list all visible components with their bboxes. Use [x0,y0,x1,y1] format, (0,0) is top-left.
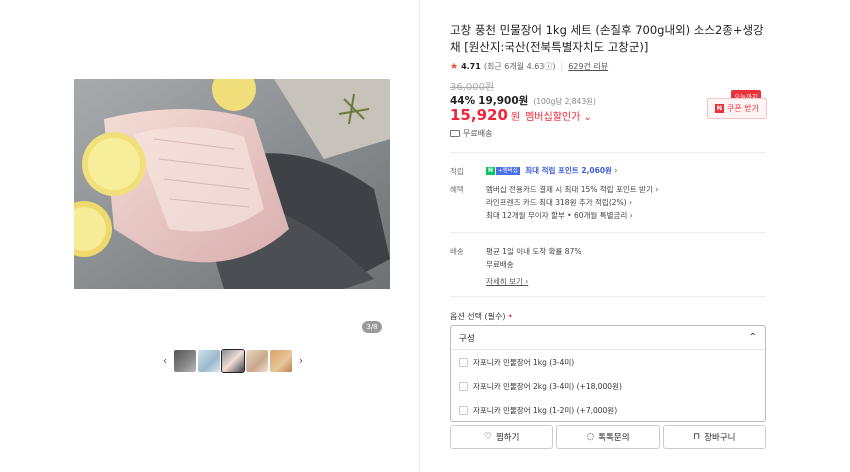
member-discount-dropdown[interactable]: 멤버십할인가 ⌄ [525,108,592,123]
member-price-row: 15,920 원 멤버십할인가 ⌄ [450,106,592,124]
perk-item[interactable]: 최대 12개월 무이자 할부 • 60개월 특별금리 › [486,210,633,221]
eel-fillet-photo [74,79,390,289]
divider [450,152,766,153]
option-item[interactable]: 자포니카 민물장어 2kg (3-4미) (+18,000원) [451,374,765,398]
product-page: 3/8 ‹ › 고창 풍천 민물장어 1kg 세트 (손질후 700g내외) 소… [0,0,850,472]
image-counter: 3/8 [362,321,382,333]
thumbnail-strip: ‹ › [158,349,308,373]
option-group-header[interactable]: 구성 ⌃ [451,326,765,350]
action-buttons: ♡ 찜하기 ◌ 톡톡문의 ⊓ 장바구니 [450,425,766,449]
option-select[interactable]: 구성 ⌃ 자포니카 민물장어 1kg (3-4미) 자포니카 민물장어 2kg … [450,325,766,422]
member-price: 15,920 [450,106,508,124]
thumbnail-5[interactable] [270,350,292,372]
coupon-button[interactable]: N 쿠폰 받기 [707,98,767,119]
checkbox[interactable] [459,405,468,415]
separator: | [560,62,564,71]
naver-n-icon: N [715,104,724,113]
review-count-link[interactable]: 629건 리뷰 [568,61,608,72]
free-shipping-text: 무료배송 [463,129,493,138]
wishlist-button[interactable]: ♡ 찜하기 [450,425,554,449]
divider [450,296,766,297]
truck-icon [450,130,460,137]
delivery-detail-link[interactable]: 자세히 보기 › [486,276,528,287]
thumbnail-3[interactable] [221,349,245,373]
original-price: 36,000원 [450,82,495,93]
thumbnail-2[interactable] [198,350,220,372]
product-title: 고창 풍천 민물장어 1kg 세트 (손질후 700g내외) 소스2종+생강채 … [450,23,764,54]
heart-icon: ♡ [483,432,492,442]
rating-detail[interactable]: (최근 6개월 4.63ⓘ) [484,61,556,72]
option-select-label: 옵션 선택 (필수) • [450,312,513,321]
perk-item[interactable]: 라인프렌즈 카드 최대 318원 추가 적립(2%) › [486,197,632,208]
star-icon: ★ [450,61,459,72]
cart-icon: ⊓ [693,432,701,442]
perk-item[interactable]: 멤버십 전용카드 결제 시 최대 15% 적립 포인트 받기 › [486,184,658,195]
delivery-fee: 무료배송 [486,260,514,269]
perks-label: 혜택 [450,185,464,194]
points-row[interactable]: N +멤버십 최대 적립 포인트 2,060원 › [486,165,617,176]
points-label: 적립 [450,167,464,176]
chat-bubble-icon: ◌ [586,432,595,442]
prev-image-arrow[interactable]: ‹ [158,350,172,372]
main-product-image[interactable] [74,79,390,289]
chevron-up-icon: ⌃ [748,332,757,343]
option-group-name: 구성 [459,333,475,344]
free-shipping-info: 무료배송 [450,128,492,139]
required-mark: • [508,312,513,321]
rating-score: 4.71 [461,62,481,71]
next-image-arrow[interactable]: › [294,350,308,372]
member-price-currency: 원 [510,112,521,123]
delivery-label: 배송 [450,247,464,256]
thumbnail-1[interactable] [174,350,196,372]
column-divider [419,0,420,472]
coupon-widget[interactable]: 오늘까지 N 쿠폰 받기 [707,90,767,120]
chevron-right-icon: › [614,166,618,175]
talk-inquiry-button[interactable]: ◌ 톡톡문의 [556,425,660,449]
thumbnail-4[interactable] [246,350,268,372]
divider [450,232,766,233]
coupon-label: 쿠폰 받기 [727,104,759,113]
cart-button[interactable]: ⊓ 장바구니 [662,425,766,449]
rating-row: ★ 4.71 (최근 6개월 4.63ⓘ) | 629건 리뷰 [450,61,608,72]
checkbox[interactable] [459,381,468,391]
option-item[interactable]: 자포니카 민물장어 1kg (1-2미) (+7,000원) [451,398,765,422]
delivery-arrival-rate: 평균 1일 이내 도착 확률 87% [486,247,582,256]
naver-plus-badge: N +멤버십 [486,167,520,175]
checkbox[interactable] [459,357,468,367]
max-points-text: 최대 적립 포인트 2,060원 [525,166,612,175]
option-item[interactable]: 자포니카 민물장어 1kg (3-4미) [451,350,765,374]
